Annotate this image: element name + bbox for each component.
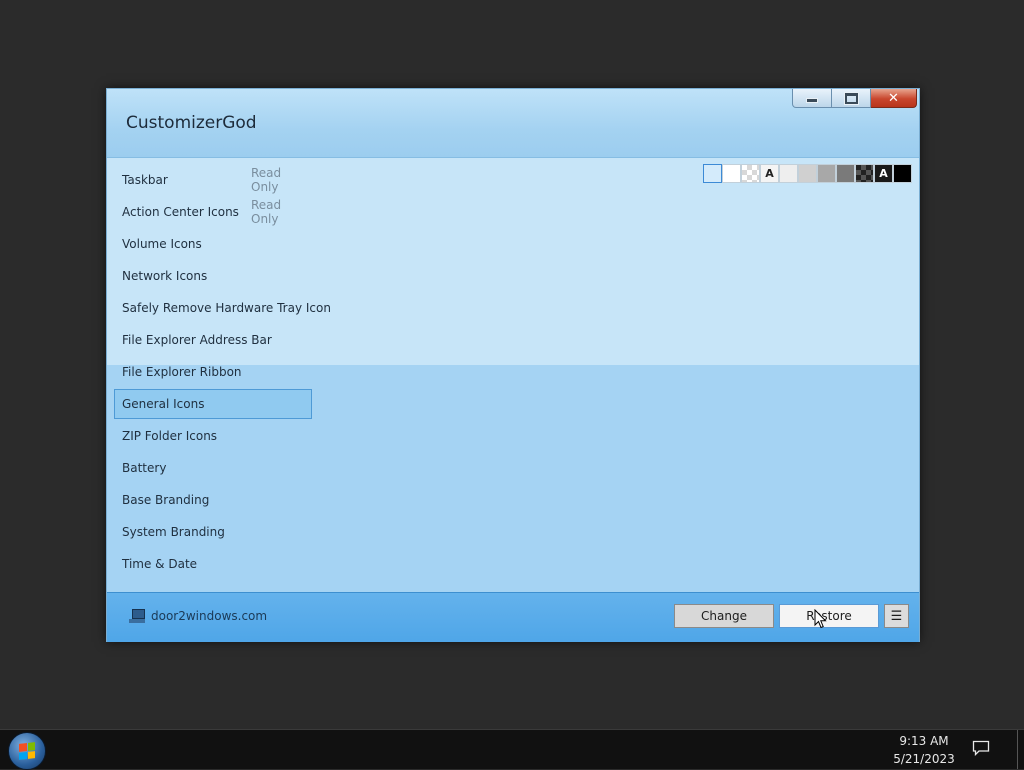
list-item-label: Battery xyxy=(122,461,167,475)
list-item-label: Volume Icons xyxy=(122,237,202,251)
taskbar-clock[interactable]: 9:13 AM 5/21/2023 xyxy=(878,732,970,768)
caption-buttons: ✕ xyxy=(792,89,917,109)
swatch-letter[interactable]: A xyxy=(760,164,779,183)
customizergod-window: CustomizerGod ✕ Taskbar Read Only Action C… xyxy=(106,88,920,642)
swatch-mid-gray[interactable] xyxy=(817,164,836,183)
category-list: Taskbar Read Only Action Center Icons Read … xyxy=(114,165,331,581)
list-item[interactable]: General Icons xyxy=(114,389,312,419)
list-item[interactable]: ZIP Folder Icons xyxy=(114,421,312,451)
list-item[interactable]: Base Branding xyxy=(114,485,312,515)
swatch-checker-dark[interactable] xyxy=(855,164,874,183)
title-bar[interactable]: CustomizerGod ✕ xyxy=(107,89,919,158)
swatch-gray[interactable] xyxy=(798,164,817,183)
list-item-label: File Explorer Ribbon xyxy=(122,365,242,379)
windows-logo-icon xyxy=(19,742,35,760)
list-item[interactable]: Volume Icons xyxy=(114,229,312,259)
list-item-label: Action Center Icons xyxy=(122,205,239,219)
list-item-label: System Branding xyxy=(122,525,225,539)
list-item-label: Base Branding xyxy=(122,493,210,507)
maximize-button[interactable] xyxy=(832,89,871,108)
list-item[interactable]: Safely Remove Hardware Tray Icon xyxy=(114,293,331,323)
taskbar: 9:13 AM 5/21/2023 xyxy=(0,729,1024,770)
swatch-light-gray[interactable] xyxy=(779,164,798,183)
show-desktop-button[interactable] xyxy=(1017,730,1024,769)
read-only-tag: Read Only xyxy=(251,198,282,226)
main-content: Taskbar Read Only Action Center Icons Read … xyxy=(107,158,919,592)
list-item-label: General Icons xyxy=(122,397,205,411)
swatch-white[interactable] xyxy=(722,164,741,183)
list-item[interactable]: Time & Date xyxy=(114,549,312,579)
swatch-light-blue[interactable] xyxy=(703,164,722,183)
site-link[interactable]: door2windows.com xyxy=(129,609,267,623)
list-item-label: Network Icons xyxy=(122,269,208,283)
swatch-dark-gray[interactable] xyxy=(836,164,855,183)
window-title: CustomizerGod xyxy=(126,113,257,133)
clock-time: 9:13 AM xyxy=(899,734,949,748)
list-item-label: Time & Date xyxy=(122,557,198,571)
swatch-black[interactable] xyxy=(893,164,912,183)
list-item-label: ZIP Folder Icons xyxy=(122,429,218,443)
maximize-icon xyxy=(843,91,859,105)
list-item[interactable]: System Branding xyxy=(114,517,312,547)
background-swatches: AA xyxy=(703,164,912,183)
menu-button[interactable]: ☰ xyxy=(884,604,909,628)
read-only-tag: Read Only xyxy=(251,166,282,194)
close-icon: ✕ xyxy=(888,90,899,106)
list-item[interactable]: Action Center Icons Read Only xyxy=(114,197,312,227)
clock-date: 5/21/2023 xyxy=(893,752,955,766)
list-item[interactable]: Network Icons xyxy=(114,261,312,291)
action-center-icon[interactable] xyxy=(972,740,990,757)
restore-button[interactable]: Restore xyxy=(779,604,879,628)
list-item-label: Taskbar xyxy=(122,173,168,187)
change-button[interactable]: Change xyxy=(674,604,774,628)
list-item-label: Safely Remove Hardware Tray Icon xyxy=(122,301,331,315)
minimize-button[interactable] xyxy=(792,89,832,108)
computer-icon xyxy=(129,609,145,623)
close-button[interactable]: ✕ xyxy=(871,89,917,108)
start-button[interactable] xyxy=(8,732,46,770)
list-item[interactable]: Battery xyxy=(114,453,312,483)
minimize-icon xyxy=(806,97,818,103)
list-item[interactable]: File Explorer Ribbon xyxy=(114,357,312,387)
swatch-checker-light[interactable] xyxy=(741,164,760,183)
site-link-text: door2windows.com xyxy=(151,609,268,623)
list-item[interactable]: File Explorer Address Bar xyxy=(114,325,312,355)
list-item-label: File Explorer Address Bar xyxy=(122,333,272,347)
footer-bar: door2windows.com Change Restore ☰ xyxy=(107,592,919,642)
swatch-letter-dark[interactable]: A xyxy=(874,164,893,183)
list-item[interactable]: Taskbar Read Only xyxy=(114,165,312,195)
